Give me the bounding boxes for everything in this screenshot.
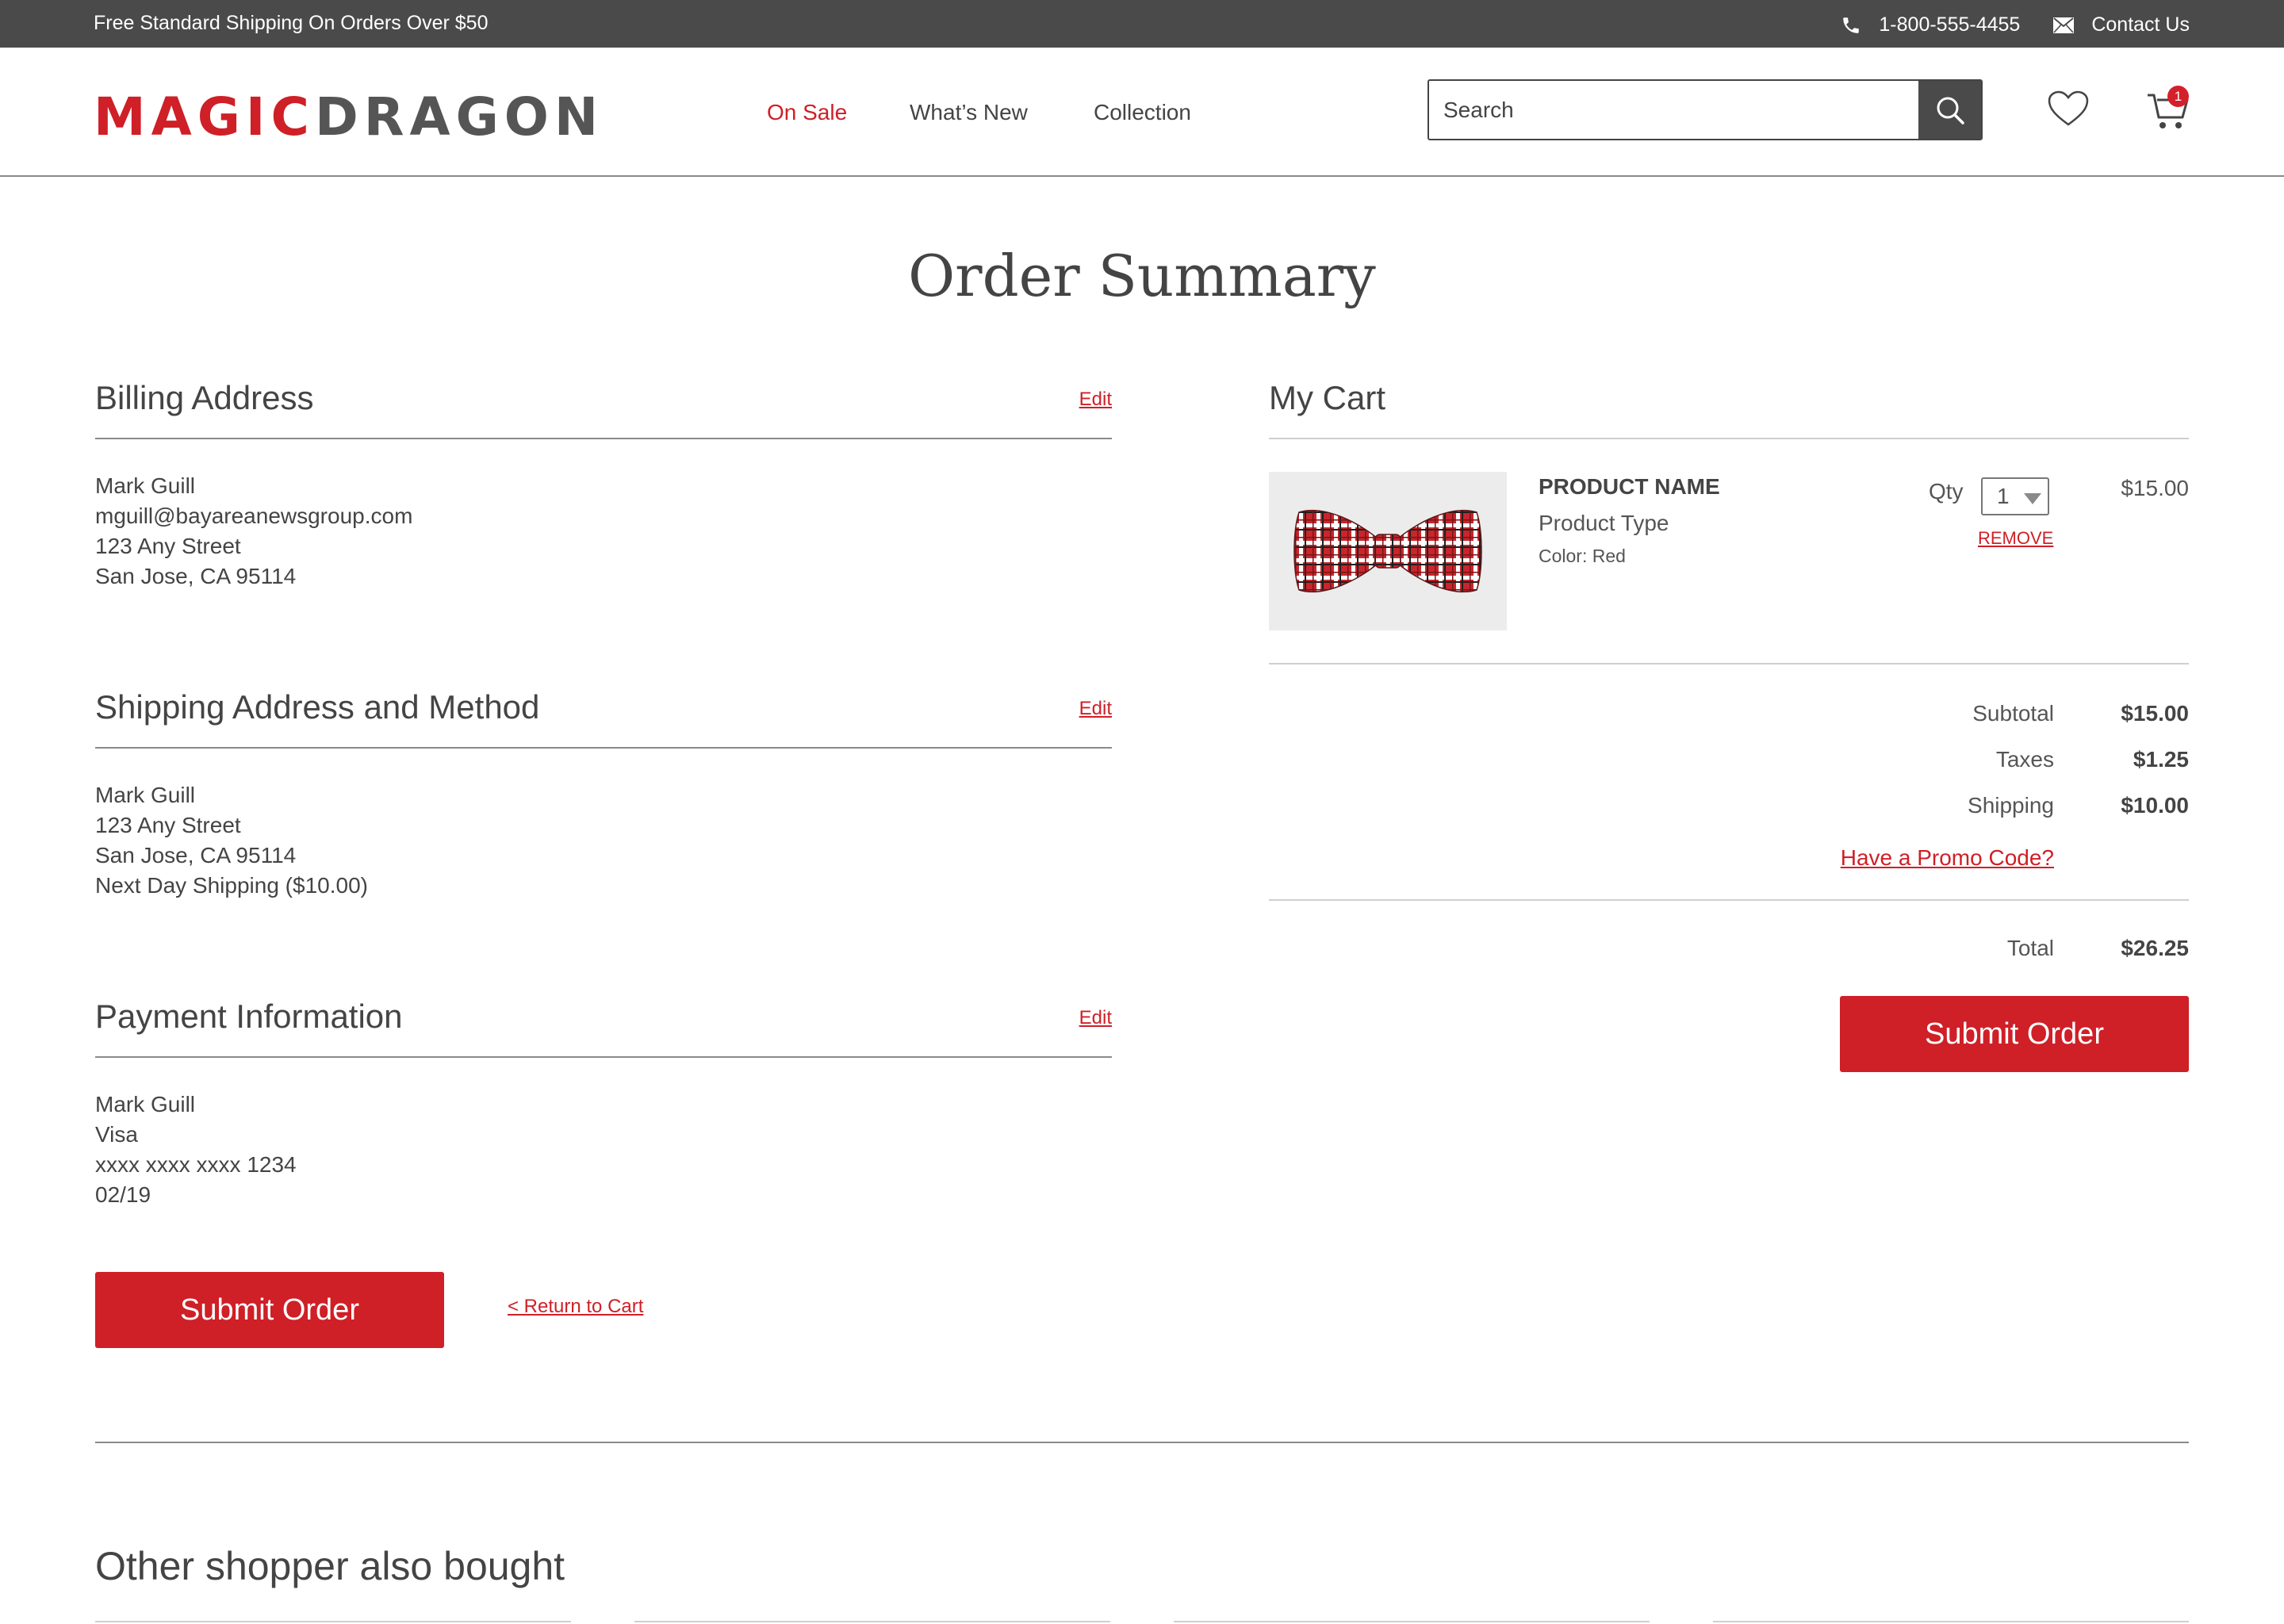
payment-heading: Payment Information — [95, 998, 403, 1035]
product-type: Product Type — [1539, 511, 1669, 535]
product-name[interactable]: PRODUCT NAME — [1539, 474, 1720, 500]
nav-whats-new[interactable]: What’s New — [910, 100, 1028, 125]
logo-text-magic: MAGIC — [94, 86, 315, 147]
nav-collection[interactable]: Collection — [1094, 100, 1191, 125]
remove-item-link[interactable]: REMOVE — [1978, 528, 2053, 549]
shipping-label: Shipping — [1968, 793, 2054, 818]
recommendation-card-divider — [1713, 1621, 2189, 1622]
cart-item-divider — [1269, 663, 2189, 665]
total-value: $26.25 — [2121, 936, 2189, 960]
qty-dropdown[interactable]: 1 — [1981, 477, 2049, 515]
payment-info-block: Mark Guill Visa xxxx xxxx xxxx 1234 02/1… — [95, 1090, 297, 1210]
product-color: Color: Red — [1539, 546, 1626, 566]
payment-expiry: 02/19 — [95, 1182, 151, 1207]
billing-address-block: Mark Guill mguill@bayareanewsgroup.com 1… — [95, 471, 412, 592]
cart-section-header: My Cart — [1269, 379, 2189, 439]
section-divider — [95, 1442, 2189, 1443]
contact-info: 1-800-555-4455 Contact Us — [1841, 13, 2190, 36]
search-button[interactable] — [1918, 81, 1981, 139]
phone-icon — [1843, 17, 1860, 33]
shipping-name: Mark Guill — [95, 783, 196, 807]
return-to-cart-link[interactable]: < Return to Cart — [508, 1296, 643, 1318]
recommendation-card-divider — [1174, 1621, 1650, 1622]
magicdragon-logo[interactable]: MAGIC DRAGON — [94, 86, 604, 149]
shipping-street: 123 Any Street — [95, 813, 241, 837]
cart-count-badge: 1 — [2167, 86, 2189, 107]
cart-heading: My Cart — [1269, 379, 1385, 416]
billing-email: mguill@bayareanewsgroup.com — [95, 504, 413, 528]
qty-label: Qty — [1929, 479, 1964, 504]
submit-order-button[interactable]: Submit Order — [95, 1272, 444, 1348]
payment-card-number: xxxx xxxx xxxx 1234 — [95, 1152, 297, 1177]
search-input[interactable] — [1429, 81, 1918, 139]
mail-icon — [2053, 17, 2075, 33]
payment-name: Mark Guill — [95, 1092, 196, 1116]
contact-us-link[interactable]: Contact Us — [2053, 13, 2190, 36]
chevron-down-icon — [2024, 493, 2041, 504]
total-label: Total — [2006, 936, 2054, 960]
cart-button[interactable]: 1 — [2146, 86, 2190, 132]
phone-link[interactable]: 1-800-555-4455 — [1841, 13, 2020, 36]
payment-card-type: Visa — [95, 1122, 138, 1147]
recommendation-card-divider — [95, 1621, 571, 1622]
item-price: $15.00 — [2121, 476, 2189, 500]
taxes-label: Taxes — [1995, 747, 2054, 772]
shipping-heading: Shipping Address and Method — [95, 688, 540, 726]
billing-city: San Jose, CA 95114 — [95, 564, 297, 588]
page-title: Order Summary — [908, 243, 1376, 309]
recommendation-card-divider — [634, 1621, 1110, 1622]
billing-section-header: Billing Address Edit — [95, 379, 1112, 439]
nav-on-sale[interactable]: On Sale — [767, 100, 847, 125]
shipping-section-header: Shipping Address and Method Edit — [95, 688, 1112, 749]
billing-street: 123 Any Street — [95, 534, 241, 558]
shipping-edit-link[interactable]: Edit — [1079, 698, 1112, 720]
cart-submit-order-button[interactable]: Submit Order — [1840, 996, 2189, 1072]
wishlist-heart-icon[interactable] — [2048, 90, 2089, 127]
taxes-value: $1.25 — [2133, 747, 2189, 772]
subtotal-value: $15.00 — [2121, 701, 2189, 726]
payment-edit-link[interactable]: Edit — [1079, 1007, 1112, 1029]
promo-code-link[interactable]: Have a Promo Code? — [1841, 845, 2054, 871]
bow-tie-image — [1293, 509, 1482, 593]
billing-name: Mark Guill — [95, 473, 196, 498]
summary-divider — [1269, 899, 2189, 901]
qty-value: 1 — [1997, 484, 2010, 508]
search-box — [1428, 79, 1983, 140]
contact-us-label: Contact Us — [2091, 13, 2190, 36]
shipping-method: Next Day Shipping ($10.00) — [95, 873, 368, 898]
top-announcement-bar: Free Standard Shipping On Orders Over $5… — [0, 0, 2284, 48]
billing-heading: Billing Address — [95, 379, 314, 416]
phone-number: 1-800-555-4455 — [1879, 13, 2021, 36]
subtotal-label: Subtotal — [1972, 701, 2054, 726]
logo-text-dragon: DRAGON — [314, 86, 604, 147]
shipping-address-block: Mark Guill 123 Any Street San Jose, CA 9… — [95, 780, 368, 901]
site-header: MAGIC DRAGON On Sale What’s New Collecti… — [0, 48, 2284, 177]
product-image[interactable] — [1269, 472, 1507, 630]
shipping-value: $10.00 — [2121, 793, 2189, 818]
other-shoppers-heading: Other shopper also bought — [95, 1544, 565, 1588]
payment-section-header: Payment Information Edit — [95, 998, 1112, 1058]
free-shipping-promo: Free Standard Shipping On Orders Over $5… — [94, 12, 489, 34]
billing-edit-link[interactable]: Edit — [1079, 389, 1112, 411]
shipping-city: San Jose, CA 95114 — [95, 843, 297, 868]
search-icon — [1937, 97, 1964, 124]
